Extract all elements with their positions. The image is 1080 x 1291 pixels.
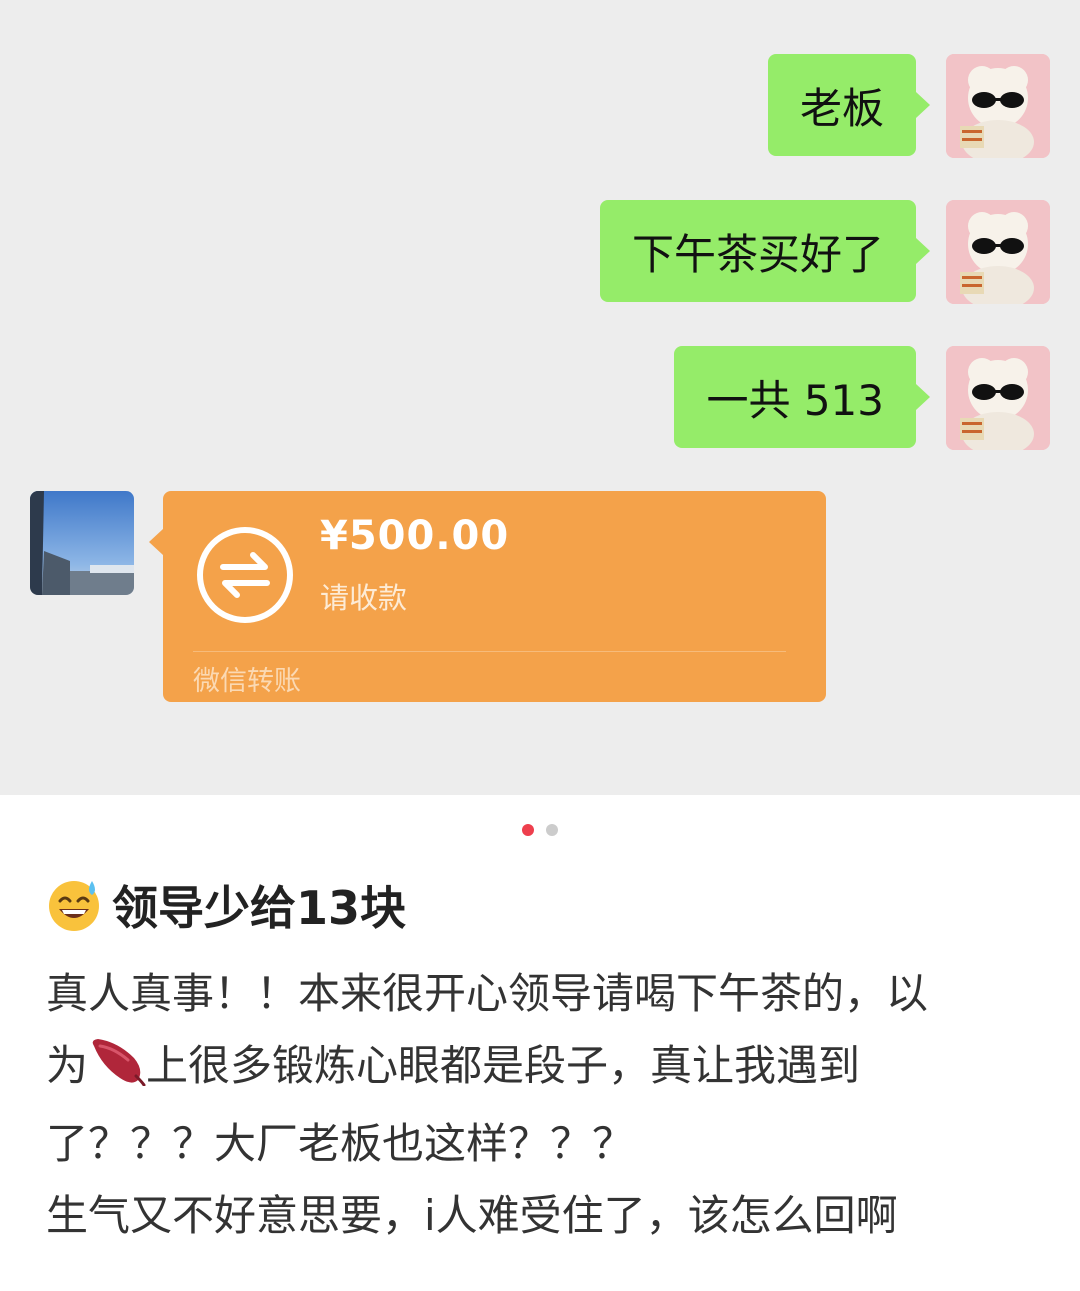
chat-area: 老板 下午茶买好了 一共 513 ¥500.00 请收款 微信转账 (0, 0, 1080, 795)
transfer-status: 请收款 (320, 581, 408, 615)
divider (193, 651, 786, 652)
post-body-text: 为 (46, 1041, 89, 1090)
carousel-dot-active[interactable] (522, 824, 534, 836)
carousel-indicator (0, 824, 1080, 836)
post-body-line: 真人真事！！本来很开心领导请喝下午茶的，以 (46, 969, 929, 1018)
message-bubble[interactable]: 一共 513 (674, 346, 930, 448)
post-body-line: 为 上很多锻炼心眼都是段子，真让我遇到 (46, 1030, 1036, 1108)
avatar-self[interactable] (946, 54, 1050, 158)
post-body-line: 了？？？大厂老板也这样？？？ (46, 1119, 635, 1168)
message-row-outgoing: 一共 513 (674, 346, 1050, 450)
message-bubble[interactable]: 老板 (767, 54, 931, 156)
transfer-amount: ¥500.00 (320, 513, 510, 559)
post-body: 真人真事！！本来很开心领导请喝下午茶的，以 为 上很多锻炼心眼都是段子，真让我遇… (46, 958, 1036, 1252)
post-title-text: 领导少给13块 (112, 881, 407, 935)
avatar-self[interactable] (946, 346, 1050, 450)
post-title: 领导少给13块 (46, 872, 406, 938)
sweet-potato-icon (88, 1036, 146, 1108)
message-row-outgoing: 下午茶买好了 (599, 200, 1050, 304)
post-body-text: 上很多锻炼心眼都是段子，真让我遇到 (146, 1041, 861, 1090)
transfer-footer: 微信转账 (193, 666, 301, 697)
message-text: 一共 513 (706, 375, 884, 425)
message-bubble[interactable]: 下午茶买好了 (599, 200, 931, 302)
carousel-dot[interactable] (546, 824, 558, 836)
avatar-self[interactable] (946, 200, 1050, 304)
avatar-boss[interactable] (30, 491, 134, 595)
transfer-card[interactable]: ¥500.00 请收款 微信转账 (149, 491, 826, 702)
post-body-line: 生气又不好意思要，i人难受住了，该怎么回啊 (46, 1191, 898, 1240)
message-row-outgoing: 老板 (767, 54, 1050, 158)
transfer-icon (195, 525, 295, 629)
message-text: 老板 (799, 83, 884, 133)
sweat-smile-emoji-icon (46, 877, 102, 933)
message-text: 下午茶买好了 (631, 229, 884, 279)
